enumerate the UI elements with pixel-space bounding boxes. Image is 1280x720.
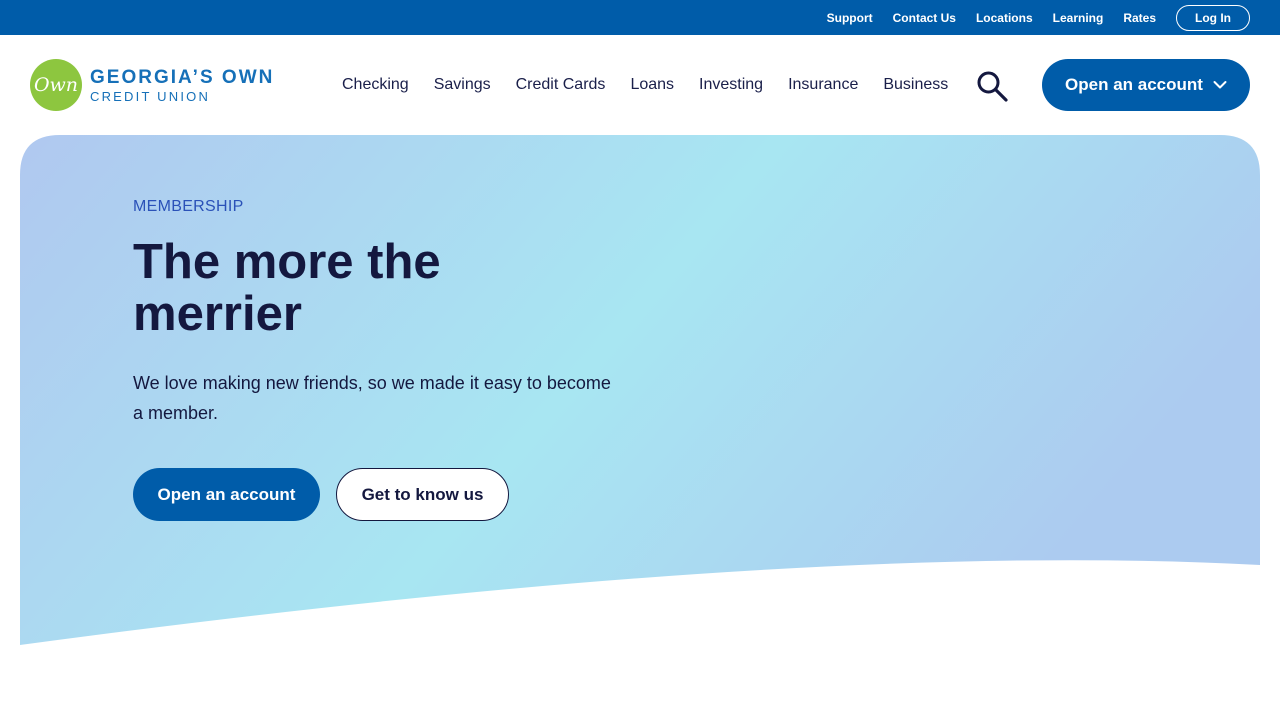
hero-body: We love making new friends, so we made i… [133,373,611,423]
nav-item-loans[interactable]: Loans [630,76,674,94]
main-nav: Checking Savings Credit Cards Loans Inve… [342,35,948,135]
nav-item-savings[interactable]: Savings [434,76,491,94]
logo-name: GEORGIA’S OWN [90,66,275,88]
utility-link-learning[interactable]: Learning [1053,11,1104,25]
chevron-down-icon [1213,80,1227,90]
hero-actions: Open an account Get to know us [133,468,633,521]
get-to-know-us-button[interactable]: Get to know us [336,468,509,521]
login-button[interactable]: Log In [1176,4,1250,31]
utility-link-rates[interactable]: Rates [1123,11,1156,25]
logo-mark: Own [30,59,82,111]
logo-subtitle: CREDIT UNION [90,88,211,104]
search-button[interactable] [974,69,1010,103]
utility-link-contact-us[interactable]: Contact Us [893,11,956,25]
open-account-menu-label: Open an account [1065,75,1203,94]
open-account-menu-button[interactable]: Open an account [1042,59,1250,111]
main-header: Own GEORGIA’S OWN CREDIT UNION Checking … [0,35,1280,135]
nav-item-business[interactable]: Business [883,76,948,94]
hero-title: The more the merrier [133,235,441,341]
utility-bar: Support Contact Us Locations Learning Ra… [0,0,1280,35]
utility-link-locations[interactable]: Locations [976,11,1033,25]
hero-section: MEMBERSHIP The more the merrier We love … [20,135,1260,645]
nav-item-insurance[interactable]: Insurance [788,76,858,94]
nav-item-checking[interactable]: Checking [342,76,409,94]
nav-item-investing[interactable]: Investing [699,76,763,94]
search-icon [977,71,1008,102]
open-account-button[interactable]: Open an account [133,468,320,521]
utility-link-support[interactable]: Support [827,11,873,25]
nav-item-credit-cards[interactable]: Credit Cards [516,76,606,94]
logo-text: GEORGIA’S OWN CREDIT UNION [90,68,274,103]
logo[interactable]: Own GEORGIA’S OWN CREDIT UNION [30,59,274,111]
hero-eyebrow: MEMBERSHIP [133,198,244,215]
hero-content: MEMBERSHIP The more the merrier We love … [133,198,633,521]
